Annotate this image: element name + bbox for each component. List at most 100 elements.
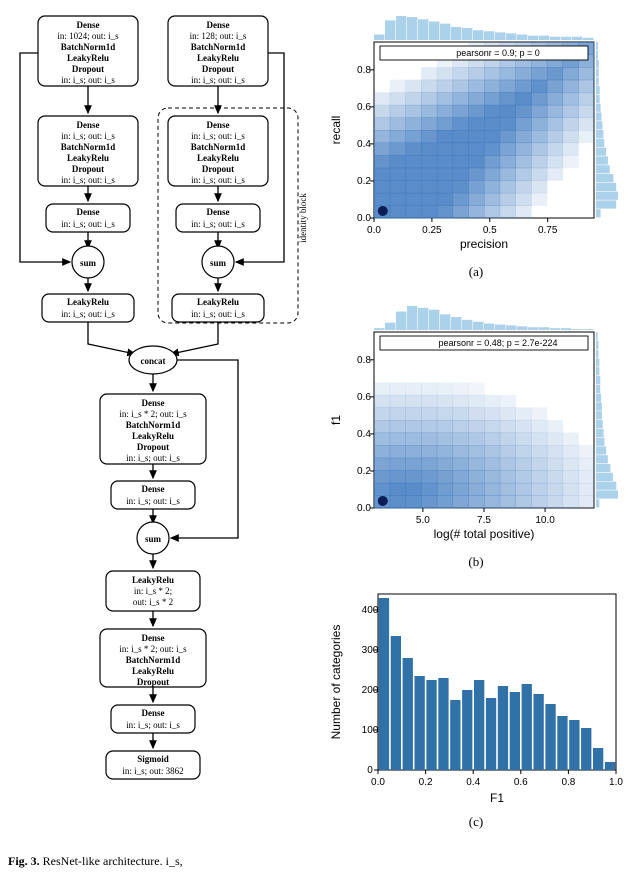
leaky-right: LeakyRelu in: i_s; out: i_s [172,294,264,322]
svg-text:0.2: 0.2 [419,777,433,788]
svg-text:0.6: 0.6 [357,392,371,403]
svg-text:300: 300 [362,645,379,656]
svg-text:Dropout: Dropout [72,64,104,74]
block-4: Dense in: i_s * 2; out: i_s BatchNorm1d … [100,629,206,687]
svg-text:in: i_s; out: i_s: in: i_s; out: i_s [126,720,180,730]
svg-text:Dropout: Dropout [137,677,169,687]
svg-text:in: i_s; out: i_s: in: i_s; out: i_s [191,131,245,141]
svg-text:BatchNorm1d: BatchNorm1d [126,420,181,430]
sum-2: sum [137,522,169,554]
svg-text:0.2: 0.2 [357,176,371,187]
svg-text:10.0: 10.0 [535,515,555,526]
svg-text:0.2: 0.2 [357,466,371,477]
svg-text:in: i_s; out: i_s: in: i_s; out: i_s [191,219,245,229]
svg-text:BatchNorm1d: BatchNorm1d [191,42,246,52]
svg-text:Dense: Dense [142,398,165,408]
block-post-concat: Dense in: i_s * 2; out: i_s BatchNorm1d … [100,394,206,464]
block-dense-right-small: Dense in: i_s; out: i_s [176,204,260,232]
svg-text:out: i_s * 2: out: i_s * 2 [133,597,173,607]
svg-text:in: 128; out: i_s: in: 128; out: i_s [190,31,247,41]
svg-text:Number of categories: Number of categories [329,625,343,740]
architecture-diagram: Dense in: 1024; out: i_s BatchNorm1d Lea… [8,8,318,869]
svg-text:0.0: 0.0 [357,213,371,224]
svg-text:Dense: Dense [77,20,100,30]
svg-text:pearsonr = 0.48; p = 2.7e-224: pearsonr = 0.48; p = 2.7e-224 [438,338,557,348]
block-mid-left: Dense in: i_s; out: i_s BatchNorm1d Leak… [38,116,138,186]
svg-text:0.4: 0.4 [466,777,480,788]
svg-text:in: i_s; out: i_s: in: i_s; out: i_s [61,219,115,229]
block-top-right: Dense in: 128; out: i_s BatchNorm1d Leak… [168,16,268,86]
svg-text:in: i_s * 2; out: i_s: in: i_s * 2; out: i_s [119,644,187,654]
block-top-left: Dense in: 1024; out: i_s BatchNorm1d Lea… [38,16,138,86]
block-5: Dense in: i_s; out: i_s [111,705,195,733]
svg-text:200: 200 [362,685,379,696]
svg-text:Dense: Dense [142,633,165,643]
svg-text:0.6: 0.6 [357,102,371,113]
svg-text:sum: sum [80,258,97,268]
chart-c-caption: (c) [326,814,626,830]
svg-text:Dense: Dense [142,484,165,494]
svg-text:in: i_s; out: i_s: in: i_s; out: i_s [126,453,180,463]
svg-text:Dense: Dense [77,120,100,130]
svg-text:precision: precision [460,237,508,251]
svg-text:in: i_s; out: 3862: in: i_s; out: 3862 [122,766,183,776]
leaky-2: LeakyRelu in: i_s * 2; out: i_s * 2 [106,571,200,611]
svg-text:Dense: Dense [142,708,165,718]
svg-text:0.25: 0.25 [422,225,442,236]
sum-left: sum [72,246,104,278]
block-sigmoid: Sigmoid in: i_s; out: 3862 [106,751,200,779]
chart-a: pearsonr = 0.9; p = 0 0.0 0.25 0.5 0.75 0.0 0.… [326,8,626,280]
svg-text:in: i_s; out: i_s: in: i_s; out: i_s [191,75,245,85]
svg-text:BatchNorm1d: BatchNorm1d [126,655,181,665]
svg-text:f1: f1 [329,415,343,425]
svg-text:0: 0 [367,765,373,776]
leaky-left: LeakyRelu in: i_s; out: i_s [42,294,134,322]
svg-text:in: i_s; out: i_s: in: i_s; out: i_s [61,75,115,85]
sum-right: sum [202,246,234,278]
svg-text:0.4: 0.4 [357,139,371,150]
svg-text:Dense: Dense [77,207,100,217]
concat: concat [129,346,177,374]
svg-text:100: 100 [362,725,379,736]
svg-text:LeakyRelu: LeakyRelu [197,153,239,163]
svg-text:7.5: 7.5 [477,515,491,526]
svg-text:LeakyRelu: LeakyRelu [67,297,109,307]
svg-text:in: i_s; out: i_s: in: i_s; out: i_s [191,175,245,185]
svg-text:in: i_s; out: i_s: in: i_s; out: i_s [126,496,180,506]
svg-text:0.5: 0.5 [483,225,497,236]
svg-text:0.0: 0.0 [367,225,381,236]
svg-text:LeakyRelu: LeakyRelu [67,53,109,63]
svg-text:0.8: 0.8 [357,355,371,366]
svg-text:1.0: 1.0 [609,777,623,788]
svg-text:in: i_s; out: i_s: in: i_s; out: i_s [61,309,115,319]
svg-text:in: i_s; out: i_s: in: i_s; out: i_s [191,309,245,319]
svg-text:0.8: 0.8 [357,65,371,76]
identity-block-label: identity block [298,193,308,243]
svg-text:Dropout: Dropout [202,164,234,174]
svg-text:sum: sum [145,534,162,544]
svg-text:in: i_s * 2; out: i_s: in: i_s * 2; out: i_s [119,409,187,419]
svg-text:0.75: 0.75 [538,225,558,236]
svg-text:400: 400 [362,605,379,616]
svg-text:LeakyRelu: LeakyRelu [132,666,174,676]
block-dense-left-small: Dense in: i_s; out: i_s [46,204,130,232]
svg-text:F1: F1 [490,791,504,805]
fig3-caption: Fig. 3. ResNet-like architecture. i_s, [8,854,318,869]
svg-text:LeakyRelu: LeakyRelu [132,575,174,585]
svg-text:Sigmoid: Sigmoid [137,754,169,764]
svg-text:0.0: 0.0 [357,503,371,514]
svg-text:5.0: 5.0 [416,515,430,526]
svg-text:log(# total positive): log(# total positive) [434,527,535,541]
svg-text:LeakyRelu: LeakyRelu [197,53,239,63]
svg-text:pearsonr = 0.9; p = 0: pearsonr = 0.9; p = 0 [456,48,540,58]
svg-text:LeakyRelu: LeakyRelu [67,153,109,163]
svg-text:sum: sum [210,258,227,268]
chart-c: 0.00.20.40.60.81.00100200300400F1Number … [326,588,626,830]
block-mid-right: Dense in: i_s; out: i_s BatchNorm1d Leak… [168,116,268,186]
svg-text:0.6: 0.6 [514,777,528,788]
svg-text:in: i_s * 2;: in: i_s * 2; [134,586,172,596]
svg-text:0.0: 0.0 [371,777,385,788]
svg-text:in: i_s; out: i_s: in: i_s; out: i_s [61,131,115,141]
block-small-dense-2: Dense in: i_s; out: i_s [111,481,195,509]
svg-text:concat: concat [141,356,166,366]
